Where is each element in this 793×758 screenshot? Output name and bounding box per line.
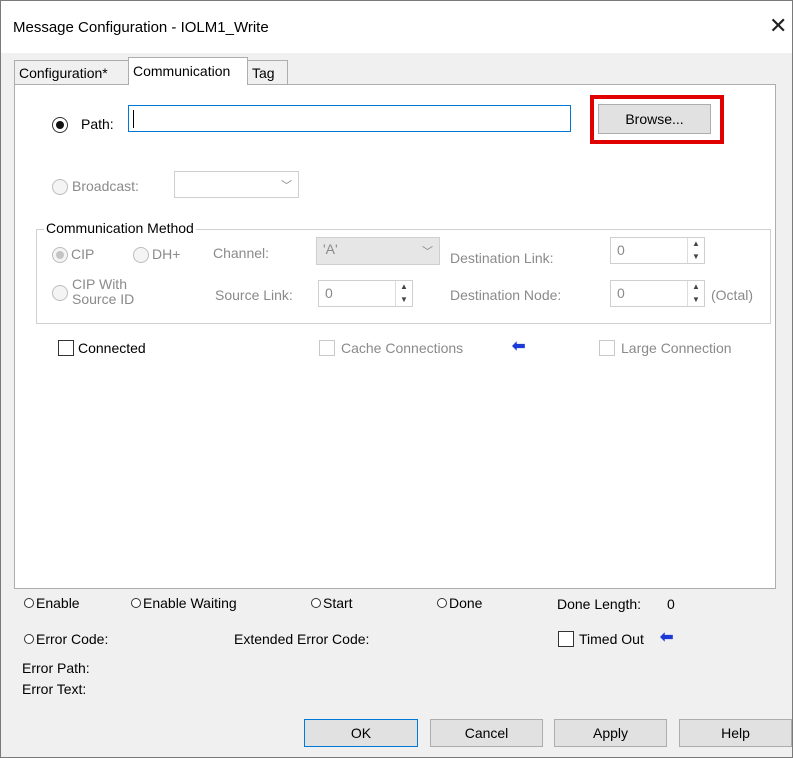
cache-connections-label: Cache Connections bbox=[341, 340, 464, 356]
destination-node-value: 0 bbox=[617, 285, 625, 301]
apply-button-label: Apply bbox=[592, 725, 629, 741]
left-arrow-icon: ⬅ bbox=[660, 629, 674, 646]
path-radio[interactable] bbox=[52, 117, 68, 133]
channel-label: Channel: bbox=[213, 245, 270, 261]
spinner-icon[interactable]: ▲ ▼ bbox=[687, 238, 704, 263]
cache-connections-checkbox[interactable] bbox=[319, 340, 335, 356]
communication-method-legend: Communication Method bbox=[44, 220, 196, 236]
close-icon[interactable]: ✕ bbox=[769, 15, 787, 37]
destination-link-label: Destination Link: bbox=[450, 250, 554, 266]
extended-error-code-label: Extended Error Code: bbox=[234, 631, 370, 647]
spinner-icon[interactable]: ▲ ▼ bbox=[395, 281, 412, 306]
start-indicator bbox=[311, 598, 321, 608]
destination-link-value: 0 bbox=[617, 242, 625, 258]
help-button-label: Help bbox=[721, 725, 750, 741]
tab-tag[interactable]: Tag bbox=[247, 60, 288, 84]
connected-label: Connected bbox=[78, 340, 146, 356]
large-connection-label: Large Connection bbox=[621, 340, 732, 356]
enable-waiting-label: Enable Waiting bbox=[143, 595, 237, 611]
dh-plus-label: DH+ bbox=[152, 246, 181, 262]
communication-panel bbox=[14, 84, 776, 589]
done-length-label: Done Length: bbox=[557, 596, 642, 612]
ok-button-label: OK bbox=[350, 725, 372, 741]
text-caret bbox=[133, 110, 134, 128]
chevron-down-icon: ﹀ bbox=[422, 246, 433, 258]
tab-label: Communication bbox=[133, 63, 231, 79]
tab-label: Configuration* bbox=[19, 65, 108, 81]
cip-radio[interactable] bbox=[52, 247, 68, 263]
error-code-indicator bbox=[24, 634, 34, 644]
dh-plus-radio[interactable] bbox=[133, 247, 149, 263]
destination-node-label: Destination Node: bbox=[450, 287, 562, 303]
tab-label: Tag bbox=[252, 65, 275, 81]
done-label: Done bbox=[449, 595, 483, 611]
done-indicator bbox=[437, 598, 447, 608]
start-label: Start bbox=[323, 595, 353, 611]
timed-out-label: Timed Out bbox=[579, 631, 644, 647]
error-path-label: Error Path: bbox=[22, 660, 90, 676]
cancel-button-label: Cancel bbox=[464, 725, 509, 741]
source-link-label: Source Link: bbox=[215, 287, 293, 303]
ok-button[interactable]: OK bbox=[304, 719, 418, 747]
large-connection-checkbox[interactable] bbox=[599, 340, 615, 356]
left-arrow-icon: ⬅ bbox=[512, 338, 526, 355]
broadcast-label: Broadcast: bbox=[72, 178, 139, 194]
done-length-value: 0 bbox=[667, 596, 675, 612]
octal-label: (Octal) bbox=[711, 287, 753, 303]
window-title: Message Configuration - IOLM1_Write bbox=[13, 19, 269, 36]
destination-link-field[interactable]: 0 ▲ ▼ bbox=[610, 237, 705, 264]
title-bar: Message Configuration - IOLM1_Write ✕ bbox=[1, 1, 792, 53]
path-input[interactable] bbox=[128, 105, 571, 132]
error-code-label: Error Code: bbox=[36, 631, 109, 647]
broadcast-radio[interactable] bbox=[52, 179, 68, 195]
path-label: Path: bbox=[81, 116, 114, 132]
cip-source-line1: CIP With bbox=[72, 276, 127, 292]
timed-out-checkbox[interactable] bbox=[558, 631, 574, 647]
channel-dropdown[interactable]: 'A' ﹀ bbox=[316, 237, 440, 265]
apply-button[interactable]: Apply bbox=[554, 719, 667, 747]
destination-node-field[interactable]: 0 ▲ ▼ bbox=[610, 280, 705, 307]
chevron-down-icon: ﹀ bbox=[281, 180, 292, 192]
browse-highlight-box bbox=[590, 95, 724, 144]
enable-label: Enable bbox=[36, 595, 80, 611]
broadcast-dropdown[interactable]: ﹀ bbox=[174, 171, 299, 198]
tab-communication[interactable]: Communication bbox=[128, 57, 248, 85]
source-link-value: 0 bbox=[325, 285, 333, 301]
cip-with-source-id-label: CIP With Source ID bbox=[72, 277, 134, 307]
spinner-icon[interactable]: ▲ ▼ bbox=[687, 281, 704, 306]
help-button[interactable]: Help bbox=[679, 719, 792, 747]
source-link-field[interactable]: 0 ▲ ▼ bbox=[318, 280, 413, 307]
cip-source-line2: Source ID bbox=[72, 291, 135, 307]
channel-value: 'A' bbox=[323, 241, 338, 257]
connected-checkbox[interactable] bbox=[58, 340, 74, 356]
cip-source-radio[interactable] bbox=[52, 285, 68, 301]
enable-indicator bbox=[24, 598, 34, 608]
tab-configuration[interactable]: Configuration* bbox=[14, 60, 129, 84]
cancel-button[interactable]: Cancel bbox=[430, 719, 543, 747]
enable-waiting-indicator bbox=[131, 598, 141, 608]
cip-label: CIP bbox=[71, 246, 95, 262]
error-text-label: Error Text: bbox=[22, 681, 87, 697]
